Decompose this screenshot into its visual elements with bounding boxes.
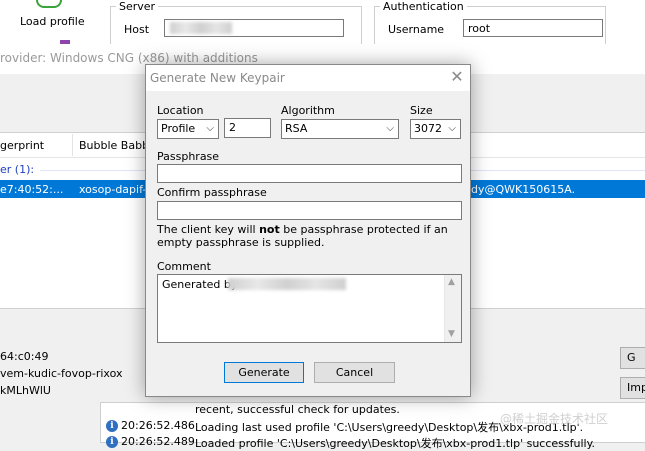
passphrase-note-bold: not <box>259 223 280 236</box>
confirm-passphrase-label: Confirm passphrase <box>157 186 267 199</box>
passphrase-note-pre: The client key will <box>157 223 260 236</box>
log-time-1: 20:26:52.486 <box>121 419 195 432</box>
scroll-down-icon[interactable]: ▼ <box>448 329 455 339</box>
close-icon[interactable]: ✕ <box>448 68 466 86</box>
size-select-value: 3072 <box>414 122 442 135</box>
algorithm-select-value: RSA <box>285 122 308 135</box>
confirm-passphrase-field[interactable] <box>157 201 462 220</box>
location-select-value: Profile <box>161 122 196 135</box>
log-text-2: Loaded profile 'C:\Users\greedy\Desktop\… <box>195 437 596 450</box>
chevron-down-icon: ⌵ <box>206 123 214 134</box>
generate-keypair-dialog: Generate New Keypair ✕ Location Profile … <box>145 64 471 397</box>
load-profile-button[interactable]: Load profile <box>20 15 85 28</box>
chevron-down-icon: ⌵ <box>386 123 394 134</box>
cancel-button[interactable]: Cancel <box>314 362 395 383</box>
column-separator <box>72 134 73 156</box>
size-label: Size <box>410 104 433 117</box>
load-profile-icon[interactable] <box>36 0 62 8</box>
comment-redacted <box>228 278 346 290</box>
comment-scrollbar[interactable]: ▲ ▼ <box>444 275 461 342</box>
import-button[interactable]: Imp <box>620 377 645 399</box>
location-label: Location <box>157 104 204 117</box>
scroll-up-icon[interactable]: ▲ <box>448 277 455 287</box>
host-label: Host <box>124 23 150 36</box>
location-number-field[interactable]: 2 <box>224 118 271 138</box>
log-time-2: 20:26:52.489 <box>121 435 195 448</box>
username-field[interactable]: root <box>463 19 603 37</box>
info-icon: i <box>106 436 118 448</box>
info-icon: i <box>106 420 118 432</box>
server-group-title: Server <box>116 0 159 13</box>
row-bubble-babble: xosop-dapif-k <box>79 183 153 196</box>
side-button-1[interactable]: G <box>620 347 645 369</box>
size-select[interactable]: 3072 ⌵ <box>410 119 461 139</box>
comment-label: Comment <box>157 260 211 273</box>
passphrase-label: Passphrase <box>157 150 220 163</box>
watermark: @稀土掘金技术社区 <box>500 412 609 426</box>
generate-button[interactable]: Generate <box>224 362 304 383</box>
detail-fingerprint: 64:c0:49 <box>0 350 49 363</box>
row-fingerprint: e7:40:52:... <box>0 183 64 196</box>
passphrase-field[interactable] <box>157 164 462 183</box>
row-comment: dy@QWK150615A. <box>471 183 576 196</box>
algorithm-select[interactable]: RSA ⌵ <box>281 119 399 139</box>
host-value-redacted <box>170 22 232 34</box>
chevron-down-icon: ⌵ <box>448 123 456 134</box>
comment-value: Generated by <box>162 278 238 291</box>
dialog-title: Generate New Keypair <box>150 71 285 85</box>
log-line-0: recent, successful check for updates. <box>195 403 400 416</box>
detail-bubble-babble: vem-kudic-fovop-rixox <box>0 367 123 380</box>
location-select[interactable]: Profile ⌵ <box>157 119 219 139</box>
column-header-fingerprint[interactable]: gerprint <box>0 139 44 152</box>
provider-text: rovider: Windows CNG (x86) with addition… <box>0 51 258 65</box>
key-group-label: er (1): <box>0 163 35 176</box>
comment-field[interactable]: Generated by ▲ ▼ <box>157 274 462 343</box>
detail-key-fragment: kMLhWlU <box>0 384 51 397</box>
username-label: Username <box>388 23 445 36</box>
authentication-group-title: Authentication <box>380 0 467 13</box>
passphrase-note: The client key will not be passphrase pr… <box>157 223 462 249</box>
algorithm-label: Algorithm <box>281 104 335 117</box>
